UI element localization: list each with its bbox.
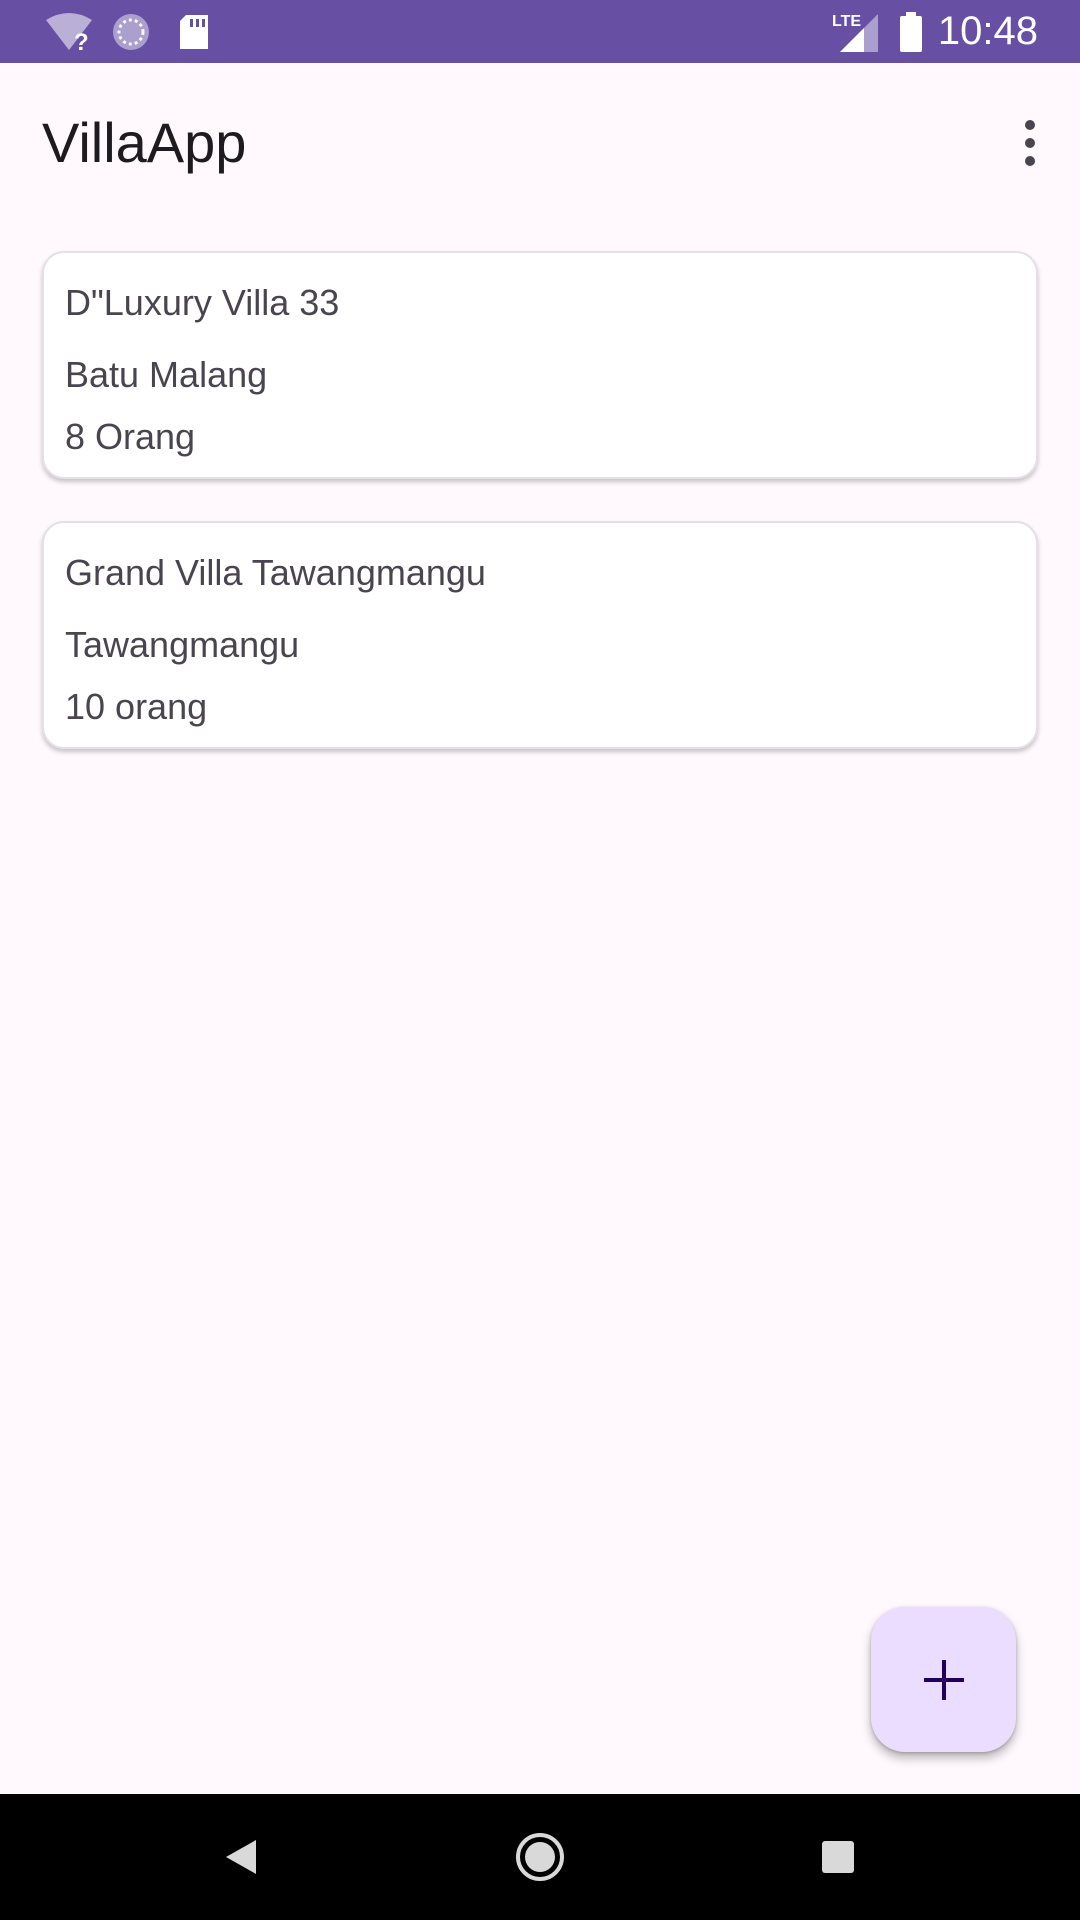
nav-home-button[interactable] xyxy=(500,1817,580,1897)
villa-name: Grand Villa Tawangmangu xyxy=(65,552,486,593)
home-icon xyxy=(516,1833,564,1881)
svg-text:LTE: LTE xyxy=(832,13,861,30)
app-title: VillaApp xyxy=(42,111,247,174)
villa-location: Batu Malang xyxy=(65,354,268,395)
villa-capacity: 10 orang xyxy=(65,686,208,727)
wifi-unknown-icon: ? xyxy=(44,0,94,63)
lte-signal-icon: LTE xyxy=(830,0,880,63)
villa-card[interactable]: Grand Villa Tawangmangu Tawangmangu 10 o… xyxy=(42,521,1038,749)
nav-back-button[interactable] xyxy=(201,1817,281,1897)
svg-text:?: ? xyxy=(74,29,89,52)
villa-capacity: 8 Orang xyxy=(65,416,196,457)
status-time: 10:48 xyxy=(937,9,1038,53)
overflow-menu-button[interactable] xyxy=(1000,113,1060,173)
sd-card-icon xyxy=(178,0,210,63)
villa-card[interactable]: D"Luxury Villa 33 Batu Malang 8 Orang xyxy=(42,251,1038,479)
system-navigation-bar xyxy=(0,1794,1080,1920)
villa-name: D"Luxury Villa 33 xyxy=(65,282,340,323)
top-app-bar: VillaApp xyxy=(0,63,1080,235)
sync-icon xyxy=(110,0,152,63)
status-bar: ? LTE 10:48 xyxy=(0,0,1080,63)
more-vert-icon xyxy=(1025,120,1035,166)
recents-icon xyxy=(822,1841,854,1873)
villa-location: Tawangmangu xyxy=(65,624,300,665)
nav-recents-button[interactable] xyxy=(798,1817,878,1897)
add-icon xyxy=(923,1659,964,1700)
back-icon xyxy=(226,1840,256,1874)
add-villa-button[interactable] xyxy=(871,1607,1016,1752)
battery-icon xyxy=(899,0,923,63)
